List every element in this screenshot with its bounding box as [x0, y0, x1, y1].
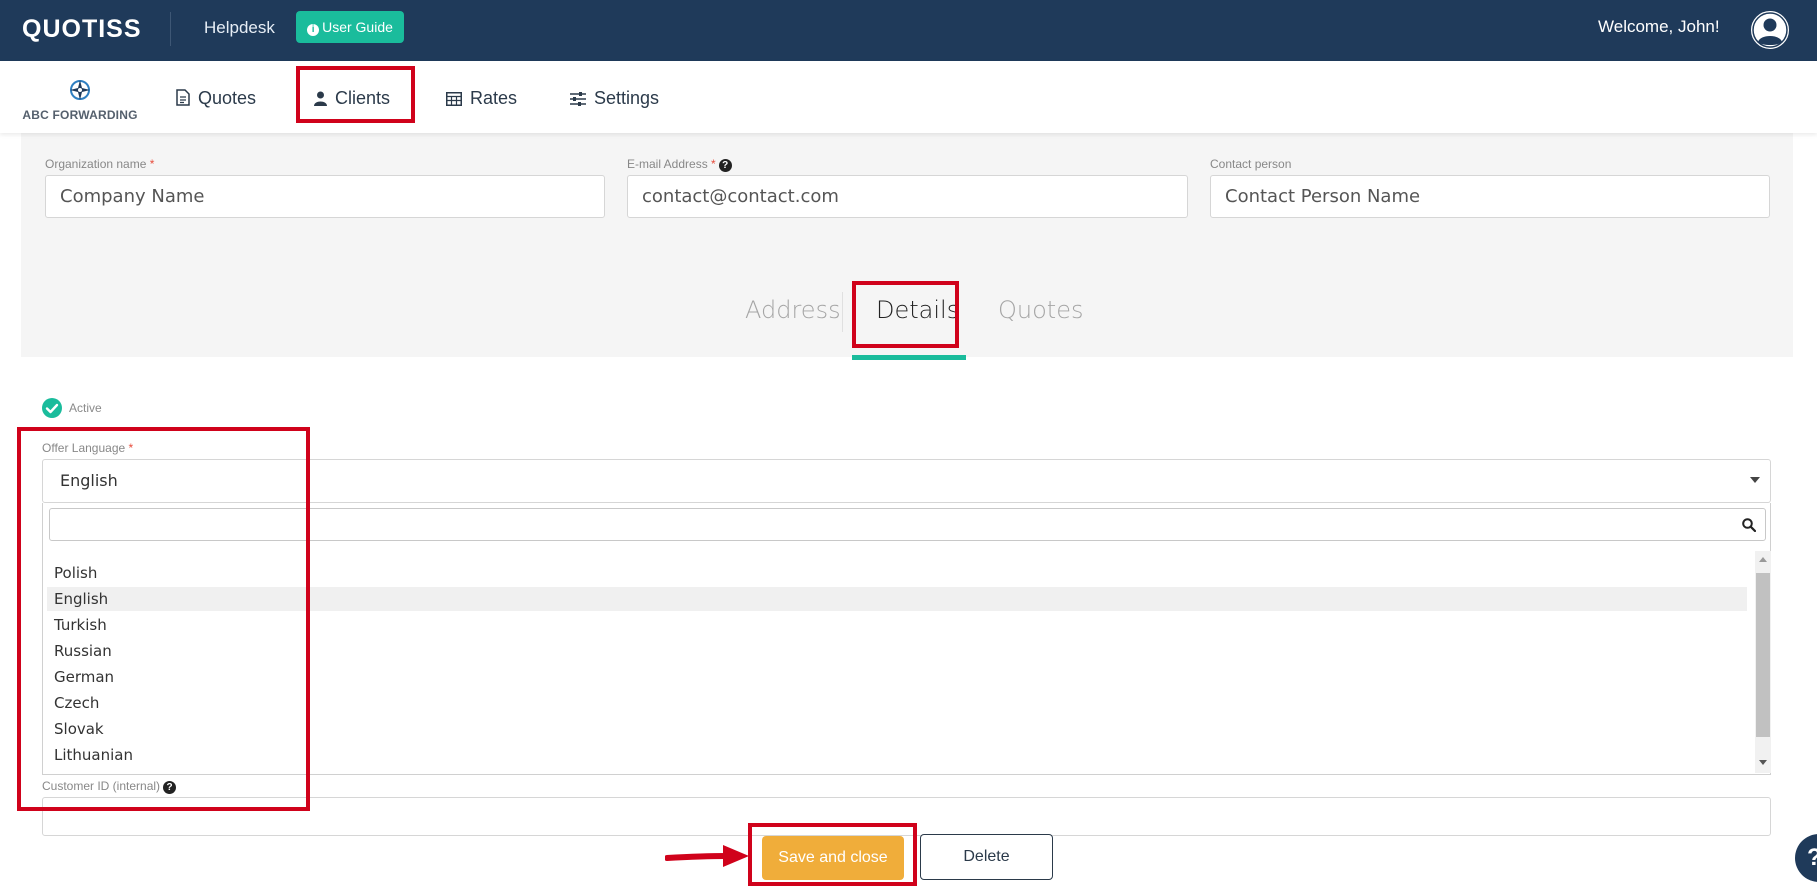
annotation-offer-language — [17, 427, 310, 811]
nav-item-label: Settings — [594, 88, 660, 108]
annotation-arrow-icon — [665, 845, 749, 867]
info-icon: i — [307, 24, 320, 36]
tab-quotes[interactable]: Quotes — [998, 296, 1083, 324]
help-icon[interactable]: ? — [718, 159, 732, 172]
help-chat-button[interactable]: ? — [1795, 834, 1817, 882]
tab-separator — [842, 292, 843, 332]
email-input[interactable]: contact@contact.com — [627, 175, 1188, 218]
annotation-details-tab — [852, 281, 959, 348]
annotation-clients — [296, 66, 415, 123]
document-icon — [176, 89, 190, 106]
organization-label: Organization name * — [45, 157, 155, 171]
email-label: E-mail Address *? — [627, 157, 732, 172]
compass-logo-icon — [70, 80, 90, 100]
dropdown-scrollbar[interactable] — [1755, 551, 1771, 773]
search-icon[interactable] — [1742, 518, 1756, 532]
nav-item-rates[interactable]: Rates — [446, 86, 517, 110]
company-logo-text: ABC FORWARDING — [22, 108, 138, 122]
company-logo[interactable]: ABC FORWARDING — [22, 79, 138, 122]
active-toggle-label: Active — [69, 401, 102, 415]
nav-item-label: Rates — [470, 88, 518, 108]
annotation-save-button — [748, 823, 917, 886]
helpdesk-link[interactable]: Helpdesk — [204, 18, 275, 38]
welcome-text: Welcome, John! — [1598, 17, 1720, 36]
nav-item-quotes[interactable]: Quotes — [176, 86, 256, 110]
scroll-up-icon[interactable] — [1759, 557, 1767, 562]
sliders-icon — [570, 92, 586, 106]
user-avatar-icon[interactable] — [1750, 10, 1790, 50]
active-tab-indicator — [852, 355, 966, 360]
delete-button[interactable]: Delete — [920, 834, 1053, 880]
nav-item-label: Quotes — [198, 88, 257, 108]
user-guide-label: User Guide — [322, 19, 393, 35]
nav-item-settings[interactable]: Settings — [570, 86, 659, 110]
tab-address[interactable]: Address — [745, 296, 841, 324]
organization-name-input[interactable]: Company Name — [45, 175, 605, 218]
main-nav: ABC FORWARDING Quotes Clients Rates Sett… — [0, 61, 1817, 133]
scrollbar-thumb[interactable] — [1756, 573, 1770, 737]
topbar-divider — [170, 12, 171, 46]
table-icon — [446, 92, 462, 106]
top-bar: QUOTISS Helpdesk i User Guide Welcome, Jo… — [0, 0, 1817, 61]
check-circle-icon[interactable] — [42, 398, 62, 418]
user-guide-button[interactable]: i User Guide — [296, 11, 404, 43]
scroll-down-icon[interactable] — [1759, 760, 1767, 765]
app-brand[interactable]: QUOTISS — [22, 15, 142, 44]
contact-person-label: Contact person — [1210, 157, 1292, 171]
caret-down-icon[interactable] — [1750, 477, 1760, 483]
contact-person-input[interactable]: Contact Person Name — [1210, 175, 1770, 218]
